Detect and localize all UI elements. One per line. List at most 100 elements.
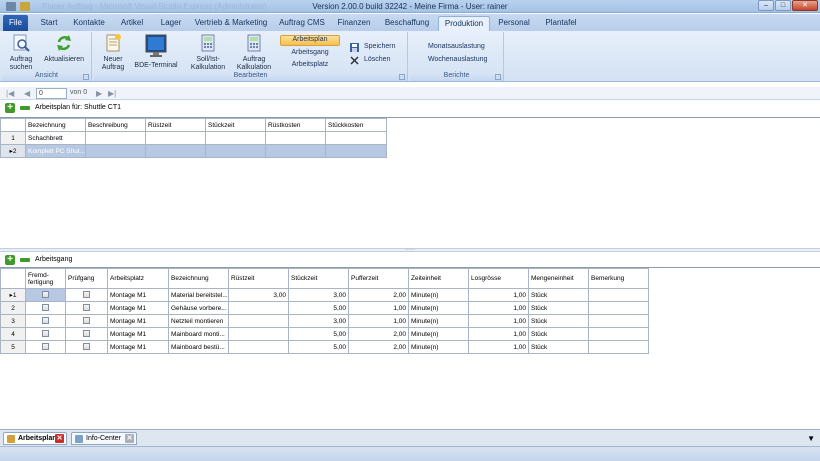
remove-gang-icon[interactable]: [20, 258, 30, 262]
cell-pufferzeit[interactable]: 1,00: [348, 314, 409, 328]
neuer-auftrag-button[interactable]: Neuer Auftrag: [98, 34, 128, 72]
pruefgang-checkbox-cell[interactable]: [65, 340, 108, 354]
col-arbeitsplatz[interactable]: Arbeitsplatz: [107, 268, 169, 289]
cell-zeiteinheit[interactable]: Minute(n): [408, 340, 469, 354]
tab-beschaffung[interactable]: Beschaffung: [380, 16, 434, 31]
col-bezeichnung[interactable]: Bezeichnung: [168, 268, 229, 289]
cell-stueckkosten[interactable]: [325, 144, 387, 158]
tab-start[interactable]: Start: [34, 16, 64, 31]
cell-losgroesse[interactable]: 1,00: [468, 340, 529, 354]
cell-bezeichnung[interactable]: Gehäuse vorbere...: [168, 301, 229, 315]
cell-ruestzeit[interactable]: [228, 301, 289, 315]
cell-ruestkosten[interactable]: [265, 144, 326, 158]
bearbeiten-launcher-icon[interactable]: [399, 74, 405, 80]
doc-tab-arbeitsplan[interactable]: Arbeitsplan ✕: [3, 432, 67, 445]
pruefgang-checkbox[interactable]: [83, 291, 90, 299]
panel-splitter[interactable]: ·····: [0, 247, 820, 253]
cell-mengeneinheit[interactable]: Stück: [528, 301, 589, 315]
auftrag-suchen-button[interactable]: Auftrag suchen: [6, 34, 36, 72]
cell-bezeichnung[interactable]: Komplett PC Shut...: [25, 144, 86, 158]
close-icon[interactable]: ✕: [792, 0, 818, 11]
record-position-input[interactable]: 0: [36, 88, 67, 99]
cell-arbeitsplatz[interactable]: Montage M1: [107, 314, 169, 328]
aktualisieren-button[interactable]: Aktualisieren: [40, 34, 88, 64]
col-ruestzeit[interactable]: Rüstzeit: [145, 118, 206, 132]
col-mengeneinheit[interactable]: Mengeneinheit: [528, 268, 589, 289]
cell-zeiteinheit[interactable]: Minute(n): [408, 327, 469, 341]
tab-vertrieb-marketing[interactable]: Vertrieb & Marketing: [192, 16, 270, 31]
tab-personal[interactable]: Personal: [494, 16, 534, 31]
col-pufferzeit[interactable]: Pufferzeit: [348, 268, 409, 289]
fremdfertigung-checkbox[interactable]: [42, 304, 49, 312]
cell-stueckkosten[interactable]: [325, 131, 387, 145]
doc-tab-infocenter[interactable]: Info-Center ✕: [71, 432, 137, 445]
add-gang-icon[interactable]: +: [5, 255, 15, 265]
pruefgang-checkbox[interactable]: [83, 330, 90, 338]
table-row-selected[interactable]: ▸2 Komplett PC Shut...: [0, 144, 387, 158]
fremdfertigung-checkbox-cell[interactable]: [25, 301, 66, 315]
cell-ruestzeit[interactable]: 3,00: [228, 288, 289, 302]
pruefgang-checkbox-cell[interactable]: [65, 327, 108, 341]
pruefgang-checkbox-cell[interactable]: [65, 301, 108, 315]
soll-ist-kalkulation-button[interactable]: Soll/Ist- Kalkulation: [188, 34, 228, 72]
cell-ruestzeit[interactable]: [228, 340, 289, 354]
tab-auftrag-cms[interactable]: Auftrag CMS: [276, 16, 328, 31]
cell-losgroesse[interactable]: 1,00: [468, 288, 529, 302]
pruefgang-checkbox[interactable]: [83, 317, 90, 325]
col-fremdfertigung[interactable]: Fremd-fertigung: [25, 268, 66, 289]
cell-bemerkung[interactable]: [588, 340, 649, 354]
maximize-icon[interactable]: □: [775, 0, 791, 11]
monatsauslastung-button[interactable]: Monatsauslastung: [428, 43, 485, 51]
cell-arbeitsplatz[interactable]: Montage M1: [107, 340, 169, 354]
add-plan-icon[interactable]: +: [5, 103, 15, 113]
next-record-icon[interactable]: ▶: [96, 89, 102, 98]
arbeitsplatz-button[interactable]: Arbeitsplatz: [280, 61, 340, 69]
close-arbeitsplan-tab-icon[interactable]: ✕: [55, 434, 64, 443]
col-stueckzeit[interactable]: Stückzeit: [288, 268, 349, 289]
cell-zeiteinheit[interactable]: Minute(n): [408, 314, 469, 328]
pruefgang-checkbox[interactable]: [83, 343, 90, 351]
pruefgang-checkbox-cell[interactable]: [65, 288, 108, 302]
cell-bezeichnung[interactable]: Schachbrett: [25, 131, 86, 145]
table-row[interactable]: 3 Montage M1 Netzteil montieren 3,00 1,0…: [0, 314, 649, 328]
cell-stueckzeit[interactable]: 5,00: [288, 327, 349, 341]
cell-pufferzeit[interactable]: 2,00: [348, 340, 409, 354]
col-bemerkung[interactable]: Bemerkung: [588, 268, 649, 289]
cell-bemerkung[interactable]: [588, 327, 649, 341]
row-number[interactable]: 2: [0, 301, 26, 315]
bde-terminal-button[interactable]: BDE-Terminal: [132, 34, 180, 70]
close-infocenter-tab-icon[interactable]: ✕: [125, 434, 134, 443]
cell-losgroesse[interactable]: 1,00: [468, 327, 529, 341]
cell-pufferzeit[interactable]: 1,00: [348, 301, 409, 315]
cell-zeiteinheit[interactable]: Minute(n): [408, 288, 469, 302]
tab-lager[interactable]: Lager: [154, 16, 188, 31]
fremdfertigung-checkbox-cell[interactable]: [25, 288, 66, 302]
cell-pufferzeit[interactable]: 2,00: [348, 288, 409, 302]
table-row[interactable]: 1 Schachbrett: [0, 131, 387, 145]
col-losgroesse[interactable]: Losgrösse: [468, 268, 529, 289]
first-record-icon[interactable]: |◀: [6, 89, 14, 98]
fremdfertigung-checkbox[interactable]: [42, 343, 49, 351]
tab-plantafel[interactable]: Plantafel: [540, 16, 582, 31]
table-row[interactable]: 5 Montage M1 Mainboard bestü... 5,00 2,0…: [0, 340, 649, 354]
wochenauslastung-button[interactable]: Wochenauslastung: [428, 56, 487, 64]
pruefgang-checkbox-cell[interactable]: [65, 314, 108, 328]
cell-ruestzeit[interactable]: [145, 144, 206, 158]
cell-ruestzeit[interactable]: [145, 131, 206, 145]
cell-bemerkung[interactable]: [588, 288, 649, 302]
cell-bezeichnung[interactable]: Netzteil montieren: [168, 314, 229, 328]
row-number[interactable]: ▸2: [0, 144, 26, 158]
cell-stueckzeit[interactable]: 5,00: [288, 301, 349, 315]
row-number[interactable]: 5: [0, 340, 26, 354]
cell-stueckzeit[interactable]: 3,00: [288, 314, 349, 328]
cell-ruestzeit[interactable]: [228, 327, 289, 341]
cell-bezeichnung[interactable]: Material bereitstel...: [168, 288, 229, 302]
fremdfertigung-checkbox[interactable]: [42, 291, 49, 299]
table-row[interactable]: ▸1 Montage M1 Material bereitstel... 3,0…: [0, 288, 649, 302]
cell-losgroesse[interactable]: 1,00: [468, 301, 529, 315]
loeschen-button[interactable]: Löschen: [350, 56, 390, 65]
cell-stueckzeit[interactable]: 3,00: [288, 288, 349, 302]
remove-plan-icon[interactable]: [20, 106, 30, 110]
ansicht-launcher-icon[interactable]: [83, 74, 89, 80]
cell-bemerkung[interactable]: [588, 314, 649, 328]
